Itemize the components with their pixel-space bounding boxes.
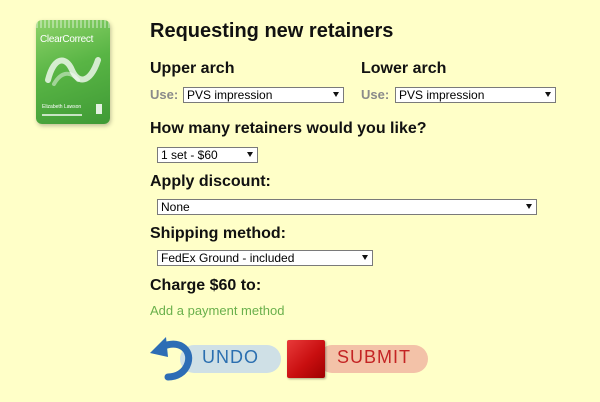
discount-heading: Apply discount: <box>150 173 271 190</box>
retainer-package-image: ClearCorrect Elizabeth Lawson <box>36 20 110 124</box>
product-brand-label: ClearCorrect <box>40 34 94 45</box>
upper-arch-select-value: PVS impression <box>187 88 273 102</box>
lower-arch-heading: Lower arch <box>361 60 447 77</box>
add-payment-method-link[interactable]: Add a payment method <box>150 303 284 318</box>
chevron-down-icon <box>526 204 532 209</box>
lower-arch-select-value: PVS impression <box>399 88 485 102</box>
upper-arch-select[interactable]: PVS impression <box>183 87 344 103</box>
shipping-select[interactable]: FedEx Ground - included <box>157 250 373 266</box>
undo-button-label: UNDO <box>202 347 259 367</box>
retainers-heading: How many retainers would you like? <box>150 120 427 137</box>
upper-arch-heading: Upper arch <box>150 60 235 77</box>
shipping-heading: Shipping method: <box>150 225 286 242</box>
retainers-select[interactable]: 1 set - $60 <box>157 147 258 163</box>
page-title: Requesting new retainers <box>150 20 394 42</box>
undo-arrow-icon <box>150 337 193 381</box>
product-caption: Elizabeth Lawson <box>42 104 82 110</box>
submit-button-label: SUBMIT <box>337 347 412 367</box>
chevron-down-icon <box>247 152 253 157</box>
brand-swoosh-icon <box>45 57 101 86</box>
lower-arch-use-label: Use: <box>361 87 390 102</box>
charge-heading: Charge $60 to: <box>150 277 262 294</box>
submit-square-icon <box>287 340 325 378</box>
chevron-down-icon <box>333 92 339 97</box>
discount-select-value: None <box>161 200 190 214</box>
discount-select[interactable]: None <box>157 199 537 215</box>
product-tag <box>96 104 102 114</box>
product-caption-line <box>42 114 82 116</box>
chevron-down-icon <box>362 255 368 260</box>
lower-arch-select[interactable]: PVS impression <box>395 87 556 103</box>
chevron-down-icon <box>545 92 551 97</box>
shipping-select-value: FedEx Ground - included <box>161 251 295 265</box>
upper-arch-use-label: Use: <box>150 87 179 102</box>
retainers-select-value: 1 set - $60 <box>161 148 218 162</box>
